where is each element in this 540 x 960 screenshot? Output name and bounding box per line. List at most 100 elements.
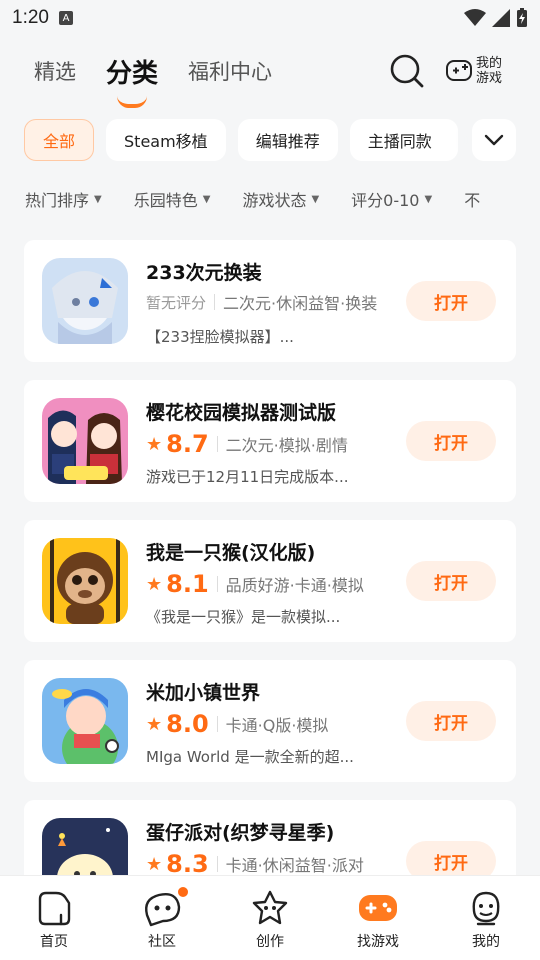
- community-icon: [145, 893, 181, 927]
- battery-icon: [517, 8, 527, 27]
- status-icons: [464, 8, 528, 28]
- create-icon: [252, 890, 288, 925]
- signal-icon: [492, 9, 510, 27]
- filter-more-label: 不: [464, 191, 481, 210]
- star-icon: ★: [146, 713, 163, 735]
- nav-create[interactable]: 创作: [230, 889, 310, 951]
- game-meta: ★ 8.0 卡通·Q版·模拟: [146, 710, 386, 738]
- category-chips: 全部 Steam移植 编辑推荐 主播同款: [0, 112, 540, 168]
- game-score: 8.7: [166, 430, 209, 458]
- profile-icon: [472, 891, 500, 926]
- active-tab-indicator: [117, 96, 147, 108]
- filter-row: 热门排序 ▼ 乐园特色 ▼ 游戏状态 ▼ 评分0-10 ▼ 不: [0, 174, 540, 224]
- game-icon: [42, 398, 128, 484]
- caret-down-icon: ▼: [202, 193, 211, 205]
- star-icon: ★: [146, 433, 163, 455]
- filter-status[interactable]: 游戏状态 ▼: [242, 187, 319, 211]
- game-meta: ★ 8.1 品质好游·卡通·模拟: [146, 570, 386, 598]
- nav-home[interactable]: 首页: [14, 889, 94, 951]
- game-card[interactable]: 我是一只猴(汉化版) ★ 8.1 品质好游·卡通·模拟 《我是一只猴》是一款模拟…: [24, 520, 516, 642]
- game-meta: 暂无评分 二次元·休闲益智·换装: [146, 290, 386, 314]
- game-tags: 卡通·Q版·模拟: [225, 716, 329, 735]
- filter-more[interactable]: 不: [464, 187, 480, 211]
- open-button[interactable]: 打开: [406, 841, 496, 881]
- filter-sort-label: 热门排序: [25, 191, 90, 210]
- accessibility-badge-icon: A: [58, 11, 73, 25]
- game-description: 《我是一只猴》是一款模拟...: [146, 608, 341, 626]
- game-score: 8.0: [166, 710, 209, 738]
- game-meta: ★ 8.3 卡通·休闲益智·派对: [146, 850, 386, 878]
- open-button[interactable]: 打开: [406, 701, 496, 741]
- divider: [216, 436, 218, 452]
- star-icon: ★: [146, 853, 163, 875]
- game-description: 【233捏脸模拟器】...: [146, 328, 294, 346]
- nav-find-games-label: 找游戏: [357, 934, 399, 950]
- bottom-nav: 首页 社区 创作 找游戏 我的: [0, 876, 540, 960]
- game-name: 米加小镇世界: [146, 682, 261, 704]
- status-bar: 1:20 A: [0, 0, 540, 36]
- game-icon: [42, 538, 128, 624]
- divider: [214, 294, 216, 310]
- caret-down-icon: ▼: [94, 193, 102, 205]
- filter-rating-label: 评分0-10: [351, 191, 420, 210]
- search-icon[interactable]: [389, 53, 425, 89]
- chip-all[interactable]: 全部: [24, 119, 95, 161]
- open-button[interactable]: 打开: [406, 281, 496, 321]
- nav-home-label: 首页: [40, 934, 68, 950]
- filter-feature[interactable]: 乐园特色 ▼: [134, 187, 211, 211]
- nav-community-label: 社区: [148, 934, 176, 950]
- game-description: 游戏已于12月11日完成版本...: [146, 468, 349, 486]
- nav-mine-label: 我的: [472, 934, 500, 950]
- game-tags: 二次元·模拟·剧情: [225, 436, 348, 455]
- my-games-button[interactable]: 我的游戏: [445, 56, 506, 86]
- divider: [216, 576, 218, 592]
- game-card[interactable]: 樱花校园模拟器测试版 ★ 8.7 二次元·模拟·剧情 游戏已于12月11日完成版…: [24, 380, 516, 502]
- game-description: MIga World 是一款全新的超...: [146, 748, 354, 766]
- game-tags: 二次元·休闲益智·换装: [223, 294, 378, 313]
- tab-category-label: 分类: [106, 58, 159, 89]
- no-rating-text: 暂无评分: [146, 293, 207, 312]
- game-card[interactable]: 米加小镇世界 ★ 8.0 卡通·Q版·模拟 MIga World 是一款全新的超…: [24, 660, 516, 782]
- game-tags: 卡通·休闲益智·派对: [225, 856, 364, 875]
- nav-find-games[interactable]: 找游戏: [338, 889, 418, 951]
- gamepad-icon: [359, 895, 397, 921]
- open-button[interactable]: 打开: [406, 561, 496, 601]
- expand-chips-button[interactable]: [472, 119, 516, 161]
- game-card[interactable]: 233次元换装 暂无评分 二次元·休闲益智·换装 【233捏脸模拟器】... 打…: [24, 240, 516, 362]
- chip-editor-picks[interactable]: 编辑推荐: [237, 119, 338, 161]
- tab-welfare-center[interactable]: 福利中心: [188, 56, 272, 86]
- filter-feature-label: 乐园特色: [133, 191, 198, 210]
- game-name: 蛋仔派对(织梦寻星季): [146, 822, 335, 844]
- gamepad-icon: [446, 60, 472, 81]
- notification-dot: [178, 887, 188, 897]
- chip-streamer-picks[interactable]: 主播同款: [349, 119, 458, 161]
- chevron-down-icon: [484, 134, 504, 146]
- filter-sort[interactable]: 热门排序 ▼: [25, 187, 102, 211]
- wifi-icon: [464, 9, 486, 26]
- star-icon: ★: [146, 573, 163, 595]
- game-tags: 品质好游·卡通·模拟: [225, 576, 364, 595]
- nav-community[interactable]: 社区: [122, 887, 202, 951]
- nav-mine[interactable]: 我的: [446, 889, 526, 951]
- chip-steam-port[interactable]: Steam移植: [106, 119, 226, 161]
- nav-create-label: 创作: [256, 934, 284, 950]
- tab-featured[interactable]: 精选: [34, 56, 76, 86]
- game-list: 233次元换装 暂无评分 二次元·休闲益智·换装 【233捏脸模拟器】... 打…: [24, 240, 516, 940]
- my-games-label: 我的游戏: [476, 56, 503, 86]
- divider: [216, 856, 218, 872]
- game-score: 8.1: [166, 570, 209, 598]
- filter-rating[interactable]: 评分0-10 ▼: [351, 187, 432, 211]
- game-icon: [42, 258, 128, 344]
- game-name: 樱花校园模拟器测试版: [146, 402, 337, 424]
- tab-category[interactable]: 分类: [106, 53, 159, 108]
- home-icon: [38, 891, 71, 926]
- divider: [216, 716, 218, 732]
- game-meta: ★ 8.7 二次元·模拟·剧情: [146, 430, 386, 458]
- game-score: 8.3: [166, 850, 209, 878]
- game-name: 我是一只猴(汉化版): [146, 542, 316, 564]
- status-time: 1:20: [12, 7, 49, 28]
- game-name: 233次元换装: [146, 262, 262, 284]
- game-icon: [42, 678, 128, 764]
- top-tab-bar: 精选 分类 福利中心 我的游戏: [0, 36, 540, 108]
- open-button[interactable]: 打开: [406, 421, 496, 461]
